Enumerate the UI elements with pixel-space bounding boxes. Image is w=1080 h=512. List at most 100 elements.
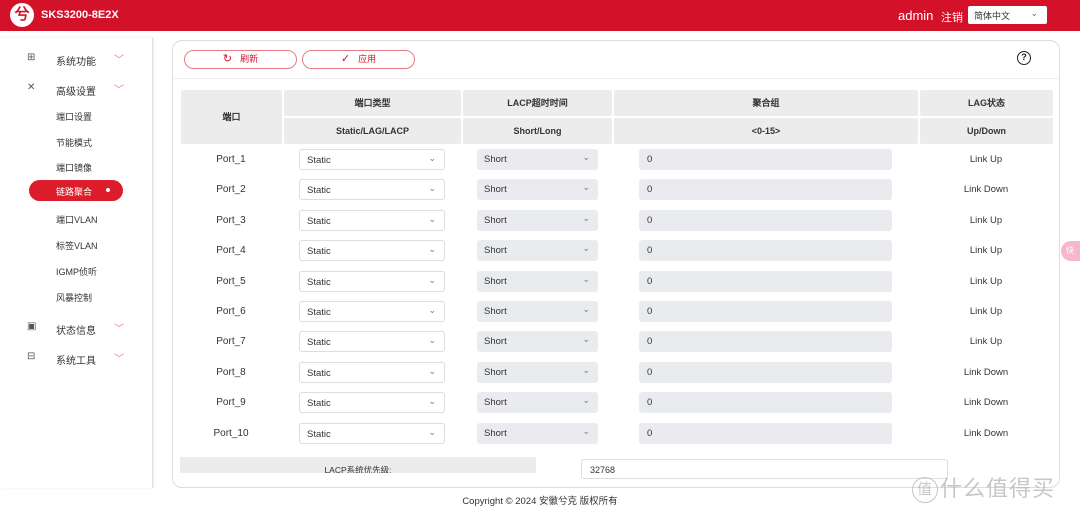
chevron-down-icon: ⌄ [428, 153, 436, 163]
sidebar-item-port-settings[interactable]: 端口设置 [56, 110, 92, 123]
active-dot-icon [106, 188, 110, 192]
lacp-priority-input[interactable]: 32768 [581, 459, 948, 479]
port-type-select[interactable]: Static ⌄ [299, 149, 445, 170]
chevron-down-icon: ⌄ [428, 396, 436, 407]
chevron-down-icon: ⌄ [582, 212, 590, 223]
brand-logo-icon: 兮 [10, 3, 34, 27]
lacp-timeout-select[interactable]: Short ⌄ [477, 392, 598, 414]
language-select[interactable]: 简体中文 ⌄ [968, 6, 1047, 24]
lacp-timeout-select[interactable]: Short ⌄ [477, 331, 598, 353]
lacp-timeout-select[interactable]: Short ⌄ [477, 301, 598, 322]
port-type-select[interactable]: Static ⌄ [299, 209, 445, 231]
header-agg-group: 聚合组 [614, 90, 918, 116]
agg-group-input[interactable]: 0 [639, 270, 892, 292]
sidebar-item-storm-control[interactable]: 风暴控制 [56, 291, 92, 304]
agg-group-input[interactable]: 0 [639, 179, 892, 201]
language-value: 简体中文 [974, 11, 1011, 21]
sidebar-item-energy-saving[interactable]: 节能模式 [56, 136, 92, 149]
sidebar-group-label: 状态信息 [56, 326, 96, 337]
sidebar-item-igmp-snooping[interactable]: IGMP侦听 [56, 265, 97, 278]
chevron-down-icon: ⌄ [1030, 8, 1038, 18]
agg-group-input[interactable]: 0 [639, 392, 892, 414]
port-type-value: Static [307, 337, 331, 349]
port-type-value: Static [307, 276, 331, 288]
port-type-select[interactable]: Static ⌄ [299, 331, 445, 353]
port-type-select[interactable]: Static ⌄ [299, 270, 445, 292]
lag-status: Link Down [963, 397, 1009, 409]
port-type-value: Static [307, 185, 331, 197]
port-type-select[interactable]: Static ⌄ [299, 361, 445, 383]
sidebar-group-status-info[interactable]: ▣ 状态信息 ﹀ [0, 318, 152, 338]
lacp-timeout-select[interactable]: Short ⌄ [477, 270, 598, 292]
port-type-select[interactable]: Static ⌄ [299, 392, 445, 414]
chevron-down-icon: ⌄ [428, 305, 436, 315]
port-type-value: Static [307, 398, 331, 410]
lacp-timeout-value: Short [484, 184, 507, 196]
help-icon[interactable]: ? [1017, 51, 1031, 65]
agg-group-input[interactable]: 0 [639, 361, 892, 383]
lacp-timeout-select[interactable]: Short ⌄ [477, 422, 598, 444]
toolbox-icon: ⊟ [27, 351, 36, 362]
sidebar-item-port-mirror[interactable]: 端口镜像 [56, 161, 92, 174]
watermark-text: 什么值得买 [940, 476, 1056, 501]
top-bar: 兮 SKS3200-8E2X admin 注销 简体中文 ⌄ [0, 0, 1080, 31]
port-type-select[interactable]: Static ⌄ [299, 422, 445, 444]
sidebar-group-system-tools[interactable]: ⊟ 系统工具 ﹀ [0, 348, 152, 368]
lacp-timeout-value: Short [484, 366, 507, 378]
logout-link[interactable]: 注销 [941, 9, 963, 25]
sidebar-item-label: 链路聚合 [56, 187, 93, 197]
lacp-timeout-select[interactable]: Short ⌄ [477, 240, 598, 262]
lacp-timeout-select[interactable]: Short ⌄ [477, 209, 598, 231]
sidebar-item-tag-vlan[interactable]: 标签VLAN [56, 239, 98, 252]
chevron-down-icon: ⌄ [582, 182, 590, 193]
agg-group-input[interactable]: 0 [639, 149, 892, 170]
sidebar-group-advanced-settings[interactable]: ✕ 高级设置 ﹀ [0, 79, 152, 99]
port-type-select[interactable]: Static ⌄ [299, 179, 445, 201]
header-port-type-sub: Static/LAG/LACP [284, 118, 461, 144]
sidebar-group-label: 系统功能 [56, 57, 96, 68]
floating-helper-badge[interactable]: 快 [1061, 241, 1080, 261]
header-lag-status: LAG状态 [920, 90, 1053, 116]
table-row: Port_1 Static ⌄ Short ⌄ 0 Link Up [173, 149, 1059, 171]
chevron-down-icon: ﹀ [114, 55, 124, 66]
lacp-timeout-value: Short [484, 275, 507, 287]
agg-group-input[interactable]: 0 [639, 422, 892, 444]
port-type-select[interactable]: Static ⌄ [299, 301, 445, 322]
sidebar-group-system-functions[interactable]: ⊞ 系统功能 ﹀ [0, 49, 152, 69]
port-name: Port_9 [216, 397, 246, 409]
port-type-value: Static [307, 307, 331, 318]
port-type-select[interactable]: Static ⌄ [299, 240, 445, 262]
lacp-timeout-select[interactable]: Short ⌄ [477, 361, 598, 383]
chevron-down-icon: ⌄ [582, 273, 590, 284]
port-name: Port_4 [216, 245, 246, 257]
table-row: Port_4 Static ⌄ Short ⌄ 0 Link Up [173, 240, 1059, 262]
lacp-timeout-value: Short [484, 154, 507, 165]
chevron-down-icon: ⌄ [582, 395, 590, 406]
sidebar-item-link-aggregation[interactable]: 链路聚合 [29, 180, 123, 201]
lacp-timeout-value: Short [484, 214, 507, 226]
agg-group-input[interactable]: 0 [639, 209, 892, 231]
chevron-down-icon: ⌄ [582, 152, 590, 162]
apply-button[interactable]: ✓ 应用 [302, 50, 415, 69]
header-agg-group-sub: <0-15> [614, 118, 918, 144]
lacp-timeout-select[interactable]: Short ⌄ [477, 149, 598, 170]
agg-group-input[interactable]: 0 [639, 301, 892, 322]
port-name: Port_7 [216, 336, 246, 348]
chevron-down-icon: ⌄ [428, 274, 436, 285]
watermark: 值什么值得买 [912, 471, 1056, 504]
chevron-down-icon: ﹀ [114, 324, 124, 335]
agg-group-input[interactable]: 0 [639, 240, 892, 262]
header-port: 端口 [181, 90, 282, 144]
agg-group-input[interactable]: 0 [639, 331, 892, 353]
port-type-value: Static [307, 428, 331, 440]
table-row: Port_8 Static ⌄ Short ⌄ 0 Link Down [173, 361, 1059, 384]
port-type-value: Static [307, 367, 331, 379]
lag-status: Link Up [969, 245, 1003, 257]
lacp-timeout-select[interactable]: Short ⌄ [477, 179, 598, 201]
chevron-down-icon: ⌄ [582, 425, 590, 436]
refresh-button[interactable]: ↻ 刷新 [184, 50, 297, 69]
port-name: Port_8 [216, 366, 246, 378]
chevron-down-icon: ⌄ [428, 183, 436, 194]
sidebar-item-port-vlan[interactable]: 端口VLAN [56, 213, 98, 226]
port-type-value: Static [307, 215, 331, 227]
